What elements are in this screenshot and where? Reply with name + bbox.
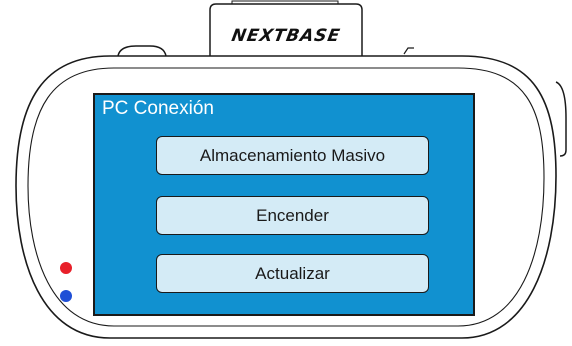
red-status-led-icon	[60, 262, 72, 274]
mass-storage-button[interactable]: Almacenamiento Masivo	[156, 136, 429, 175]
brand-logo: NEXTBASE	[229, 26, 343, 46]
update-button[interactable]: Actualizar	[156, 254, 429, 293]
power-on-button[interactable]: Encender	[156, 196, 429, 235]
blue-status-led-icon	[60, 290, 72, 302]
screen-title: PC Conexión	[102, 98, 214, 119]
lcd-screen: PC Conexión Almacenamiento Masivo Encend…	[93, 93, 475, 316]
